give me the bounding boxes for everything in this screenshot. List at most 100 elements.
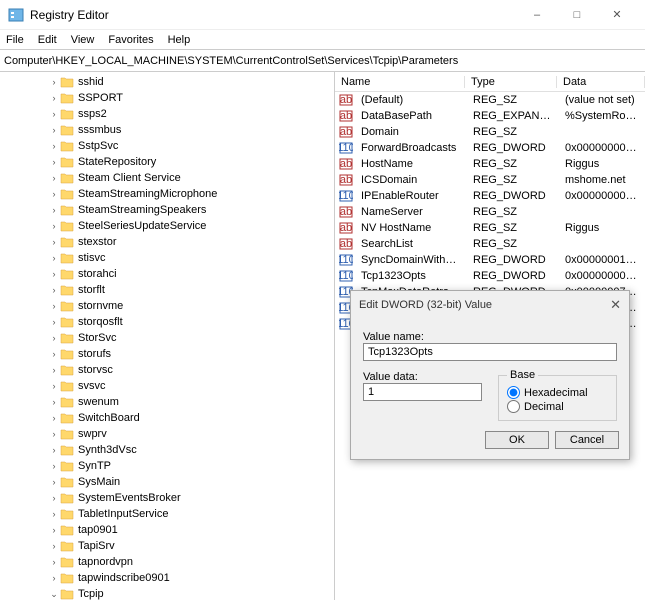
tree-item-synth3dvsc[interactable]: ›Synth3dVsc xyxy=(0,442,334,458)
expand-caret-icon[interactable]: › xyxy=(48,381,60,391)
expand-caret-icon[interactable]: › xyxy=(48,397,60,407)
expand-caret-icon[interactable]: › xyxy=(48,317,60,327)
close-button[interactable]: ✕ xyxy=(597,1,637,29)
expand-caret-icon[interactable]: › xyxy=(48,333,60,343)
tree-item-tabletinputservice[interactable]: ›TabletInputService xyxy=(0,506,334,522)
tree-item-tcpip[interactable]: ⌄Tcpip xyxy=(0,586,334,600)
expand-caret-icon[interactable]: › xyxy=(48,109,60,119)
expand-caret-icon[interactable]: ⌄ xyxy=(48,589,60,600)
expand-caret-icon[interactable]: › xyxy=(48,413,60,423)
expand-caret-icon[interactable]: › xyxy=(48,77,60,87)
tree-item-tapnordvpn[interactable]: ›tapnordvpn xyxy=(0,554,334,570)
expand-caret-icon[interactable]: › xyxy=(48,141,60,151)
tree-item-storflt[interactable]: ›storflt xyxy=(0,282,334,298)
tree-item-stexstor[interactable]: ›stexstor xyxy=(0,234,334,250)
expand-caret-icon[interactable]: › xyxy=(48,237,60,247)
tree-item-steamstreamingmicrophone[interactable]: ›SteamStreamingMicrophone xyxy=(0,186,334,202)
tree-item-steelseriesupdateservice[interactable]: ›SteelSeriesUpdateService xyxy=(0,218,334,234)
expand-caret-icon[interactable]: › xyxy=(48,157,60,167)
menu-edit[interactable]: Edit xyxy=(38,34,57,46)
expand-caret-icon[interactable]: › xyxy=(48,445,60,455)
tree-item-swprv[interactable]: ›swprv xyxy=(0,426,334,442)
expand-caret-icon[interactable]: › xyxy=(48,573,60,583)
tree-item-storahci[interactable]: ›storahci xyxy=(0,266,334,282)
value-row[interactable]: abNameServerREG_SZ xyxy=(335,204,645,220)
tree-item-sshid[interactable]: ›sshid xyxy=(0,74,334,90)
expand-caret-icon[interactable]: › xyxy=(48,285,60,295)
tree-item-staterepository[interactable]: ›StateRepository xyxy=(0,154,334,170)
value-row[interactable]: 110Tcp1323OptsREG_DWORD0x00000000 (0) xyxy=(335,268,645,284)
expand-caret-icon[interactable]: › xyxy=(48,205,60,215)
menu-favorites[interactable]: Favorites xyxy=(108,34,153,46)
address-bar[interactable]: Computer\HKEY_LOCAL_MACHINE\SYSTEM\Curre… xyxy=(0,50,645,72)
tree-item-tapisrv[interactable]: ›TapiSrv xyxy=(0,538,334,554)
expand-caret-icon[interactable]: › xyxy=(48,541,60,551)
value-row[interactable]: 110IPEnableRouterREG_DWORD0x00000000 (0) xyxy=(335,188,645,204)
value-row[interactable]: abDomainREG_SZ xyxy=(335,124,645,140)
tree-item-storufs[interactable]: ›storufs xyxy=(0,346,334,362)
expand-caret-icon[interactable]: › xyxy=(48,173,60,183)
minimize-button[interactable]: – xyxy=(517,1,557,29)
radio-dec-input[interactable] xyxy=(507,400,520,413)
tree-item-steam-client-service[interactable]: ›Steam Client Service xyxy=(0,170,334,186)
value-row[interactable]: abNV HostNameREG_SZRiggus xyxy=(335,220,645,236)
expand-caret-icon[interactable]: › xyxy=(48,557,60,567)
tree-pane[interactable]: ›sshid›SSPORT›ssps2›sssmbus›SstpSvc›Stat… xyxy=(0,72,335,600)
cancel-button[interactable]: Cancel xyxy=(555,431,619,449)
tree-item-sstpsvc[interactable]: ›SstpSvc xyxy=(0,138,334,154)
expand-caret-icon[interactable]: › xyxy=(48,93,60,103)
value-row[interactable]: abICSDomainREG_SZmshome.net xyxy=(335,172,645,188)
dialog-close-button[interactable]: ✕ xyxy=(610,297,621,313)
value-row[interactable]: 110SyncDomainWithMembersh...REG_DWORD0x0… xyxy=(335,252,645,268)
tree-item-storqosflt[interactable]: ›storqosflt xyxy=(0,314,334,330)
expand-caret-icon[interactable]: › xyxy=(48,477,60,487)
tree-item-svsvc[interactable]: ›svsvc xyxy=(0,378,334,394)
expand-caret-icon[interactable]: › xyxy=(48,509,60,519)
ok-button[interactable]: OK xyxy=(485,431,549,449)
value-data-input[interactable] xyxy=(363,383,482,401)
tree-item-stisvc[interactable]: ›stisvc xyxy=(0,250,334,266)
expand-caret-icon[interactable]: › xyxy=(48,429,60,439)
expand-caret-icon[interactable]: › xyxy=(48,189,60,199)
value-row[interactable]: abSearchListREG_SZ xyxy=(335,236,645,252)
tree-item-sysmain[interactable]: ›SysMain xyxy=(0,474,334,490)
col-header-type[interactable]: Type xyxy=(465,76,557,88)
tree-item-syntp[interactable]: ›SynTP xyxy=(0,458,334,474)
radio-hex-input[interactable] xyxy=(507,386,520,399)
value-row[interactable]: 110ForwardBroadcastsREG_DWORD0x00000000 … xyxy=(335,140,645,156)
tree-item-swenum[interactable]: ›swenum xyxy=(0,394,334,410)
tree-item-tapwindscribe0901[interactable]: ›tapwindscribe0901 xyxy=(0,570,334,586)
radio-decimal[interactable]: Decimal xyxy=(507,400,608,413)
tree-item-storsvc[interactable]: ›StorSvc xyxy=(0,330,334,346)
maximize-button[interactable]: □ xyxy=(557,1,597,29)
tree-item-sssmbus[interactable]: ›sssmbus xyxy=(0,122,334,138)
tree-item-systemeventsbroker[interactable]: ›SystemEventsBroker xyxy=(0,490,334,506)
expand-caret-icon[interactable]: › xyxy=(48,125,60,135)
expand-caret-icon[interactable]: › xyxy=(48,269,60,279)
tree-item-ssps2[interactable]: ›ssps2 xyxy=(0,106,334,122)
tree-item-stornvme[interactable]: ›stornvme xyxy=(0,298,334,314)
tree-item-tap0901[interactable]: ›tap0901 xyxy=(0,522,334,538)
menu-help[interactable]: Help xyxy=(168,34,191,46)
expand-caret-icon[interactable]: › xyxy=(48,349,60,359)
expand-caret-icon[interactable]: › xyxy=(48,221,60,231)
expand-caret-icon[interactable]: › xyxy=(48,461,60,471)
col-header-name[interactable]: Name xyxy=(335,76,465,88)
value-name-input[interactable] xyxy=(363,343,617,361)
radio-hexadecimal[interactable]: Hexadecimal xyxy=(507,386,608,399)
expand-caret-icon[interactable]: › xyxy=(48,525,60,535)
col-header-data[interactable]: Data xyxy=(557,76,645,88)
expand-caret-icon[interactable]: › xyxy=(48,493,60,503)
tree-item-switchboard[interactable]: ›SwitchBoard xyxy=(0,410,334,426)
menu-view[interactable]: View xyxy=(71,34,95,46)
expand-caret-icon[interactable]: › xyxy=(48,253,60,263)
dialog-titlebar[interactable]: Edit DWORD (32-bit) Value ✕ xyxy=(351,291,629,319)
tree-item-ssport[interactable]: ›SSPORT xyxy=(0,90,334,106)
tree-item-storvsc[interactable]: ›storvsc xyxy=(0,362,334,378)
value-row[interactable]: abDataBasePathREG_EXPAND_SZ%SystemRoot%\… xyxy=(335,108,645,124)
expand-caret-icon[interactable]: › xyxy=(48,365,60,375)
value-row[interactable]: ab(Default)REG_SZ(value not set) xyxy=(335,92,645,108)
tree-item-steamstreamingspeakers[interactable]: ›SteamStreamingSpeakers xyxy=(0,202,334,218)
menu-file[interactable]: File xyxy=(6,34,24,46)
expand-caret-icon[interactable]: › xyxy=(48,301,60,311)
